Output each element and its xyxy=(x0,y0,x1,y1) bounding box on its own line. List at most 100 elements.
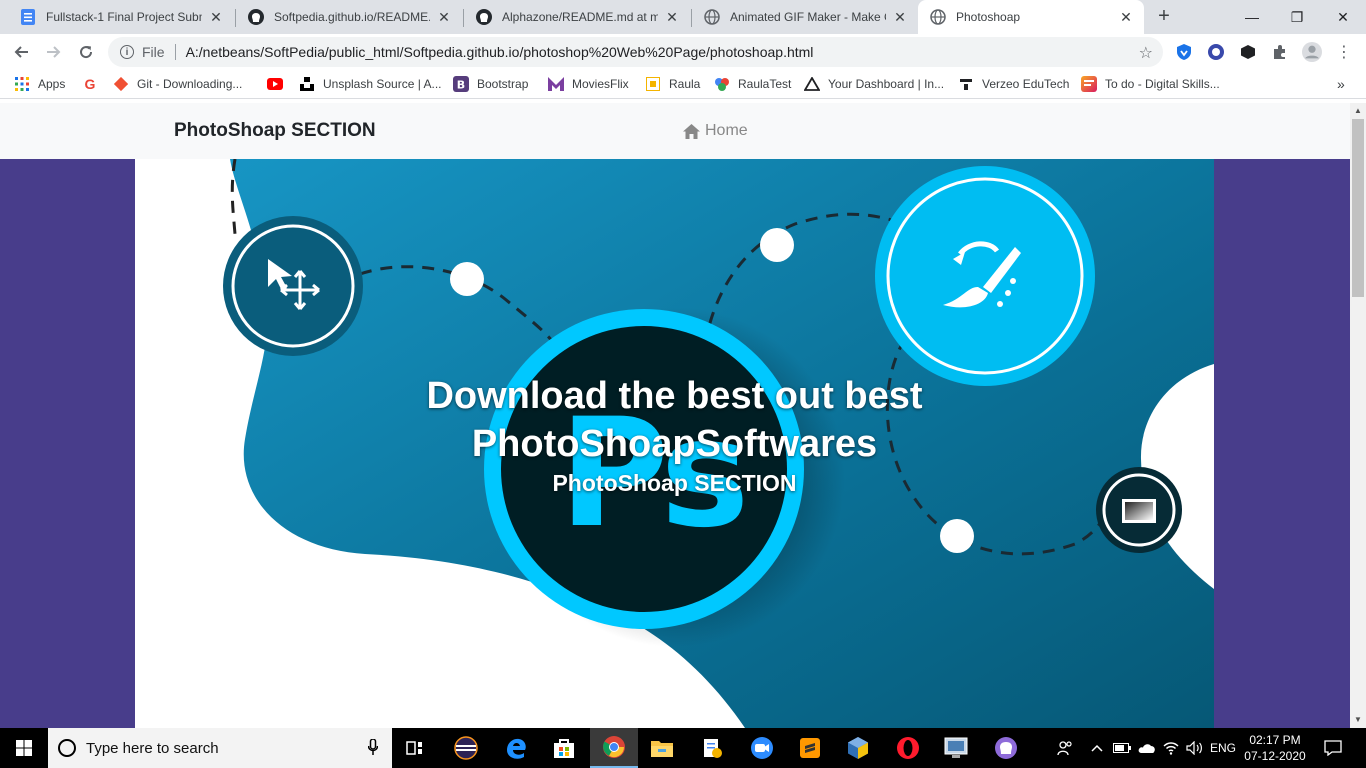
bookmark-google[interactable]: G xyxy=(82,70,106,98)
onedrive-cloud-icon[interactable] xyxy=(1137,728,1157,768)
close-tab-icon[interactable]: ✕ xyxy=(208,9,224,25)
todo-icon xyxy=(1081,76,1097,92)
task-view-icon[interactable] xyxy=(392,728,440,768)
bookmark-todo[interactable]: To do - Digital Skills... xyxy=(1081,70,1220,98)
page-viewport: PhotoShoap SECTION Home Ps Download the … xyxy=(0,103,1350,728)
dashboard-icon xyxy=(804,76,820,92)
bookmark-label: To do - Digital Skills... xyxy=(1105,77,1220,91)
close-tab-icon[interactable]: ✕ xyxy=(664,9,680,25)
bookmark-dashboard[interactable]: Your Dashboard | In... xyxy=(804,70,944,98)
github-desktop-icon[interactable] xyxy=(982,728,1030,768)
eclipse-icon[interactable] xyxy=(442,728,490,768)
bookmark-label: Raula xyxy=(669,77,701,91)
tab-fullstack[interactable]: Fullstack-1 Final Project Submi ✕ xyxy=(8,0,234,34)
url-text[interactable]: A:/netbeans/SoftPedia/public_html/Softpe… xyxy=(186,44,814,60)
scrollbar-thumb[interactable] xyxy=(1352,119,1364,297)
tab-title: Softpedia.github.io/README.m xyxy=(274,10,430,24)
tab-photoshoap[interactable]: Photoshoap ✕ xyxy=(918,0,1144,34)
bookmark-verzeo[interactable]: Verzeo EduTech xyxy=(958,70,1069,98)
tab-alphazone-readme[interactable]: Alphazone/README.md at ma ✕ xyxy=(464,0,690,34)
wifi-icon[interactable] xyxy=(1161,728,1181,768)
taskbar-search-box[interactable]: Type here to search xyxy=(48,728,392,768)
taskbar-clock[interactable]: 02:17 PM 07-12-2020 xyxy=(1240,728,1310,768)
microphone-icon[interactable] xyxy=(367,737,379,758)
apps-grid-icon xyxy=(14,76,30,92)
search-icon xyxy=(58,739,76,757)
bookmark-unsplash[interactable]: Unsplash Source | A... xyxy=(299,70,442,98)
raulatest-icon xyxy=(714,76,730,92)
language-indicator[interactable]: ENG xyxy=(1208,728,1238,768)
extension-badge-icon[interactable] xyxy=(1206,42,1226,62)
close-tab-icon[interactable]: ✕ xyxy=(436,9,452,25)
tab-gif-maker[interactable]: Animated GIF Maker - Make G ✕ xyxy=(692,0,918,34)
search-placeholder: Type here to search xyxy=(86,739,219,757)
hero-title-line2: PhotoShoapSoftwares xyxy=(471,423,878,465)
verzeo-icon xyxy=(958,76,974,92)
address-bar[interactable]: i File A:/netbeans/SoftPedia/public_html… xyxy=(108,37,1163,67)
connector-dot xyxy=(940,519,974,553)
site-navbar: PhotoShoap SECTION Home xyxy=(0,103,1350,159)
browser-toolbar: i File A:/netbeans/SoftPedia/public_html… xyxy=(0,34,1366,70)
bookmark-label: Bootstrap xyxy=(477,77,529,91)
virtualbox-icon[interactable] xyxy=(834,728,882,768)
tray-chevron-up-icon[interactable] xyxy=(1088,728,1106,768)
reload-icon[interactable] xyxy=(72,38,100,66)
windows-start-button[interactable] xyxy=(0,728,48,768)
history-brush-icon xyxy=(875,166,1095,386)
bookmark-apps[interactable]: Apps xyxy=(14,70,65,98)
windows-logo-icon xyxy=(16,740,32,756)
close-tab-icon[interactable]: ✕ xyxy=(892,9,908,25)
bookmark-git[interactable]: Git - Downloading... xyxy=(113,70,242,98)
new-tab-button[interactable]: + xyxy=(1152,5,1176,29)
opera-icon[interactable] xyxy=(884,728,932,768)
bookmark-bootstrap[interactable]: B Bootstrap xyxy=(453,70,528,98)
move-tool-icon xyxy=(223,216,363,356)
chrome-taskbar-icon[interactable] xyxy=(590,728,638,768)
scroll-down-arrow-icon[interactable]: ▼ xyxy=(1350,712,1366,728)
tab-title: Alphazone/README.md at ma xyxy=(502,10,658,24)
forward-arrow-icon[interactable] xyxy=(40,38,68,66)
shield-extension-icon[interactable] xyxy=(1174,42,1194,62)
menu-dots-icon[interactable]: ⋮ xyxy=(1334,42,1354,62)
cube-extension-icon[interactable] xyxy=(1238,42,1258,62)
people-icon[interactable] xyxy=(1054,728,1076,768)
battery-icon[interactable] xyxy=(1112,728,1132,768)
control-panel-icon[interactable] xyxy=(932,728,980,768)
google-forms-icon xyxy=(20,9,36,25)
minimize-button[interactable]: — xyxy=(1229,0,1275,34)
tab-softpedia-readme[interactable]: Softpedia.github.io/README.m ✕ xyxy=(236,0,462,34)
nav-home-link[interactable]: Home xyxy=(683,122,748,140)
volume-icon[interactable] xyxy=(1184,728,1206,768)
google-icon: G xyxy=(84,76,96,92)
bookmark-raulatest[interactable]: RaulaTest xyxy=(714,70,791,98)
profile-avatar-icon[interactable] xyxy=(1302,42,1322,62)
bookmark-moviesflix[interactable]: MoviesFlix xyxy=(548,70,629,98)
back-arrow-icon[interactable] xyxy=(7,38,35,66)
bookmark-raula[interactable]: Raula xyxy=(645,70,700,98)
close-window-button[interactable]: ✕ xyxy=(1320,0,1366,34)
page-scrollbar[interactable]: ▲ ▼ xyxy=(1350,103,1366,728)
close-tab-icon[interactable]: ✕ xyxy=(1118,9,1134,25)
site-info-icon[interactable]: i xyxy=(120,45,134,59)
bookmark-star-icon[interactable]: ☆ xyxy=(1139,43,1153,63)
bookmark-youtube[interactable] xyxy=(267,70,291,98)
extensions-puzzle-icon[interactable] xyxy=(1270,42,1290,62)
maximize-button[interactable]: ❐ xyxy=(1274,0,1320,34)
bookmark-label: Git - Downloading... xyxy=(137,77,243,91)
hero-subtitle: PhotoShoap SECTION xyxy=(552,470,797,496)
file-explorer-icon[interactable] xyxy=(638,728,686,768)
edge-browser-icon[interactable] xyxy=(492,728,540,768)
scheme-label: File xyxy=(142,44,165,60)
zoom-icon[interactable] xyxy=(738,728,786,768)
bookmarks-overflow-button[interactable]: » xyxy=(1337,70,1345,98)
notifications-icon[interactable] xyxy=(1318,728,1348,768)
sublime-text-icon[interactable] xyxy=(786,728,834,768)
address-divider xyxy=(174,44,176,60)
hero-banner: Ps Download the best out best PhotoShoap… xyxy=(135,159,1214,728)
microsoft-store-icon[interactable] xyxy=(540,728,588,768)
raula-icon xyxy=(645,76,661,92)
github-icon xyxy=(248,9,264,25)
site-brand[interactable]: PhotoShoap SECTION xyxy=(174,120,376,142)
documents-app-icon[interactable] xyxy=(688,728,736,768)
scroll-up-arrow-icon[interactable]: ▲ xyxy=(1350,103,1366,119)
